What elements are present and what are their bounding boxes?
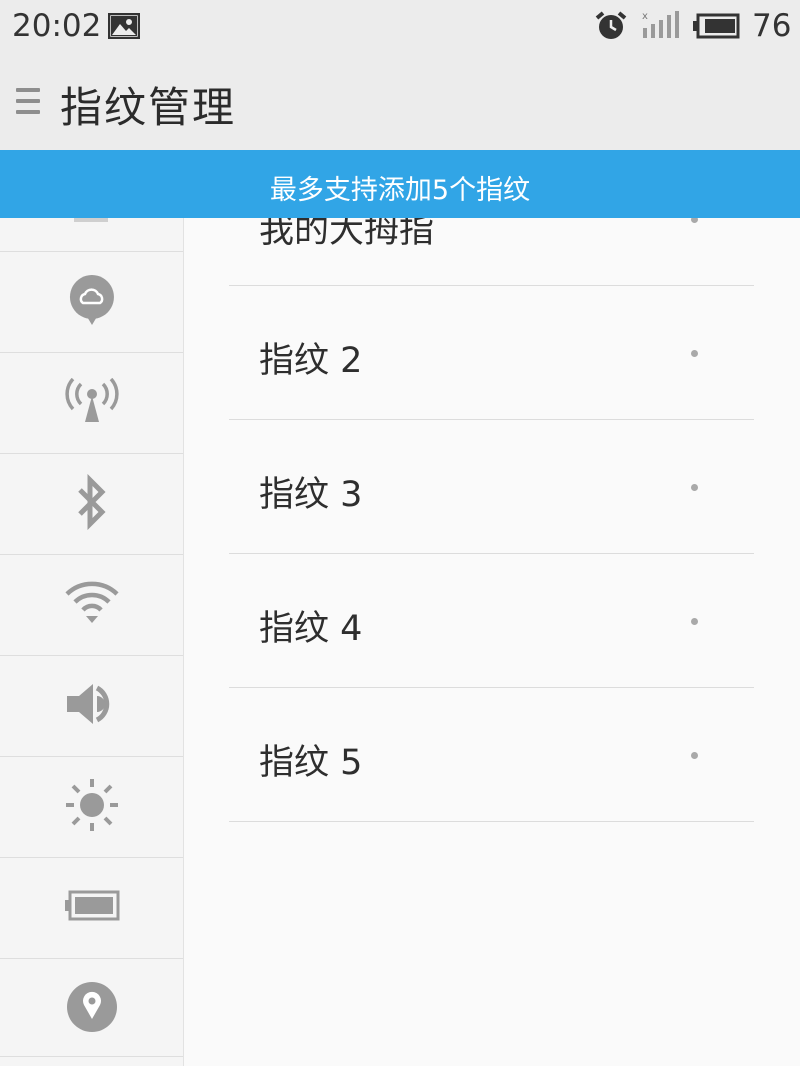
fingerprint-item[interactable]: 指纹 4 bbox=[229, 554, 754, 688]
menu-icon-bar bbox=[16, 110, 40, 114]
brightness-icon bbox=[64, 777, 120, 837]
menu-icon bbox=[16, 88, 40, 92]
hotspot-icon bbox=[64, 377, 120, 428]
image-icon bbox=[107, 12, 141, 43]
fingerprint-item[interactable]: 指纹 5 bbox=[229, 688, 754, 822]
fingerprint-label: 指纹 3 bbox=[259, 475, 363, 515]
menu-button[interactable] bbox=[14, 84, 44, 120]
sidebar-item-cloud[interactable] bbox=[0, 251, 183, 352]
menu-icon-bar bbox=[16, 99, 40, 103]
fingerprint-item[interactable]: 指纹 3 bbox=[229, 420, 754, 554]
app-header: 指纹管理 bbox=[0, 54, 800, 150]
quick-settings-sidebar bbox=[0, 150, 184, 1066]
info-banner: 最多支持添加5个指纹 bbox=[0, 150, 800, 218]
fingerprint-item[interactable]: 指纹 2 bbox=[229, 286, 754, 420]
wifi-icon bbox=[64, 580, 120, 630]
svg-text:x: x bbox=[642, 11, 648, 22]
status-bar: 20:02 x 76 bbox=[0, 0, 800, 54]
battery-icon bbox=[693, 13, 741, 43]
fingerprint-label: 指纹 4 bbox=[259, 609, 363, 649]
fingerprint-more-dot[interactable] bbox=[691, 752, 698, 759]
volume-icon bbox=[65, 680, 119, 732]
sidebar-item-partial bbox=[0, 1056, 183, 1066]
fingerprint-more-dot[interactable] bbox=[691, 618, 698, 625]
fingerprint-more-dot[interactable] bbox=[691, 350, 698, 357]
location-icon bbox=[66, 981, 118, 1037]
sidebar-item-volume[interactable] bbox=[0, 655, 183, 756]
sidebar-item-battery[interactable] bbox=[0, 857, 183, 958]
status-time: 20:02 bbox=[12, 8, 102, 44]
fingerprint-list: 我的大拇指 指纹 2 指纹 3 指纹 4 指纹 5 bbox=[229, 150, 754, 1066]
fingerprint-more-dot[interactable] bbox=[691, 484, 698, 491]
bluetooth-icon bbox=[72, 473, 112, 534]
alarm-icon bbox=[594, 10, 628, 46]
signal-icon: x bbox=[641, 10, 681, 44]
banner-text: 最多支持添加5个指纹 bbox=[269, 175, 531, 206]
sidebar-item-hotspot[interactable] bbox=[0, 352, 183, 453]
fingerprint-label: 指纹 5 bbox=[259, 743, 363, 783]
page-title: 指纹管理 bbox=[60, 83, 237, 132]
cloud-icon bbox=[68, 273, 116, 331]
fingerprint-label: 指纹 2 bbox=[259, 341, 363, 381]
sidebar-item-bluetooth[interactable] bbox=[0, 453, 183, 554]
sidebar-item-brightness[interactable] bbox=[0, 756, 183, 857]
sidebar-item-wifi[interactable] bbox=[0, 554, 183, 655]
battery-level: 76 bbox=[752, 8, 792, 44]
sidebar-partial-icon bbox=[74, 218, 108, 222]
battery-icon bbox=[64, 890, 120, 926]
sidebar-item-location[interactable] bbox=[0, 958, 183, 1059]
screen: 20:02 x 76 指纹管理 我的大拇指 指纹 2 指纹 3 指纹 4 指纹 … bbox=[0, 0, 800, 1066]
